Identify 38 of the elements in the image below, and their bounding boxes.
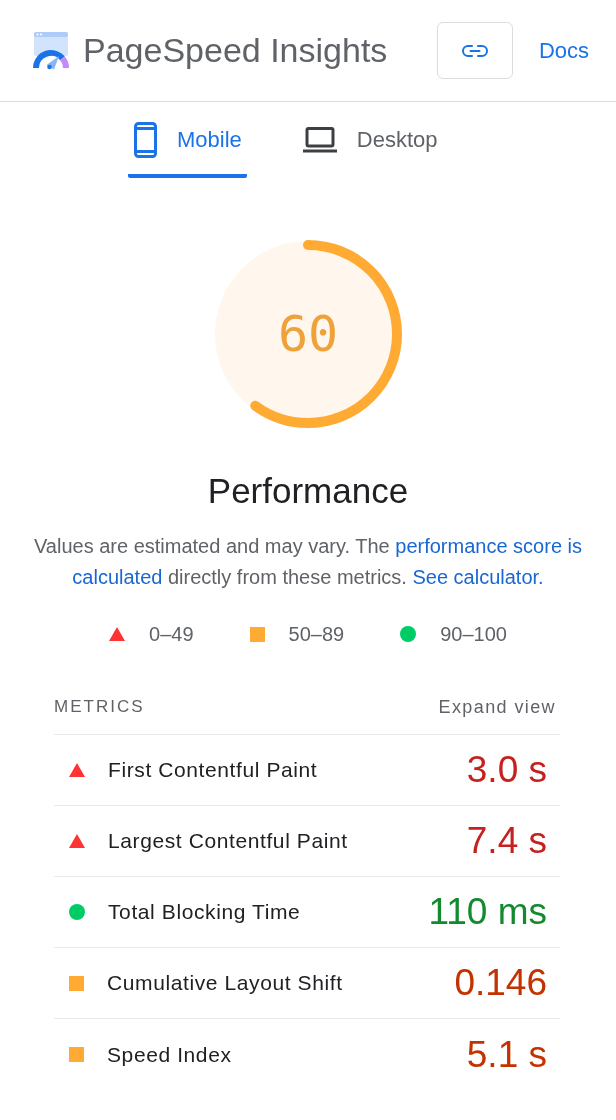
smartphone-icon [134, 122, 157, 158]
laptop-icon [302, 127, 337, 153]
triangle-icon [109, 627, 126, 641]
metric-value: 110 ms [428, 891, 547, 933]
square-icon [249, 626, 265, 642]
metric-value: 7.4 s [466, 820, 547, 862]
score-description: Values are estimated and may vary. The performance score is calculated directly from these metrics. See calculator. [32, 534, 583, 590]
text-link[interactable]: performance score is [395, 535, 582, 557]
dot-icon [69, 904, 85, 920]
expand-view-toggle[interactable]: Expand view [438, 696, 556, 718]
legend-label: 0–49 [149, 622, 194, 646]
legend-label: 90–100 [440, 622, 507, 646]
metric-label: Largest Contentful Paint [108, 829, 348, 853]
metric-value: 5.1 s [466, 1033, 547, 1076]
docs-link[interactable]: Docs [538, 37, 589, 64]
triangle-icon [69, 834, 85, 848]
metric-value: 3.0 s [466, 749, 547, 791]
device-tab[interactable]: Mobile [128, 102, 247, 178]
link-button[interactable] [436, 22, 513, 79]
triangle-icon [69, 763, 85, 777]
metric-label: Cumulative Layout Shift [107, 971, 343, 995]
device-tab[interactable]: Desktop [296, 102, 443, 178]
square-icon [69, 975, 84, 991]
category-title: Performance [206, 471, 410, 511]
text-link[interactable]: calculated [72, 566, 163, 588]
dot-icon [400, 626, 417, 642]
text-link[interactable]: See calculator. [412, 566, 544, 588]
square-icon [69, 1047, 84, 1062]
metric-label: First Contentful Paint [108, 758, 318, 782]
metric-value: 0.146 [454, 962, 547, 1004]
legend-label: 50–89 [288, 622, 345, 646]
score-value: 60 [277, 309, 339, 359]
metric-label: Speed Index [107, 1042, 232, 1067]
link-icon [461, 44, 488, 57]
app-title: PageSpeed Insights [83, 31, 388, 70]
metric-label: Total Blocking Time [108, 900, 301, 924]
metrics-heading: METRICS [54, 697, 145, 717]
gauge-logo-icon [32, 31, 70, 70]
